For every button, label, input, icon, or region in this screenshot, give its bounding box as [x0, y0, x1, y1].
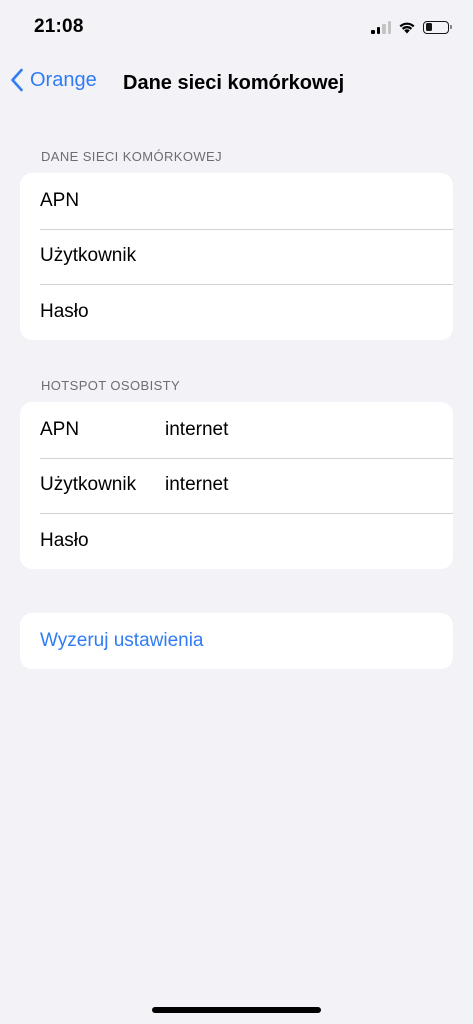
hotspot-apn-row[interactable]: APN internet: [20, 402, 453, 458]
page-title: Dane sieci komórkowej: [123, 72, 345, 94]
row-label: APN: [40, 189, 80, 211]
back-button[interactable]: Orange: [10, 68, 97, 92]
hotspot-apn-value[interactable]: internet: [165, 419, 228, 441]
hotspot-settings-card: APN internet Użytkownik internet Hasło: [20, 402, 453, 569]
reset-card: Wyzeruj ustawienia: [20, 613, 453, 669]
hotspot-username-value[interactable]: internet: [165, 474, 228, 496]
signal-icon: [371, 20, 391, 34]
navigation-bar: Orange Dane sieci komórkowej: [0, 60, 473, 106]
section-header-hotspot: HOTSPOT OSOBISTY: [41, 378, 181, 393]
hotspot-password-row[interactable]: Hasło: [20, 513, 453, 569]
row-label: APN: [40, 418, 80, 440]
reset-settings-button[interactable]: Wyzeruj ustawienia: [20, 613, 453, 669]
cellular-password-row[interactable]: Hasło: [20, 284, 453, 340]
status-icons: [371, 18, 452, 36]
row-label: Hasło: [40, 300, 89, 322]
home-indicator[interactable]: [152, 1007, 321, 1013]
chevron-left-icon: [11, 68, 23, 92]
row-label: Hasło: [40, 529, 89, 551]
cellular-apn-row[interactable]: APN: [20, 173, 453, 229]
status-time: 21:08: [34, 16, 84, 37]
reset-settings-label: Wyzeruj ustawienia: [40, 629, 204, 651]
screen: 21:08 Orange Dane sieci komórkowej DANE …: [0, 0, 473, 1024]
status-bar: 21:08: [0, 0, 473, 56]
hotspot-username-row[interactable]: Użytkownik internet: [20, 457, 453, 514]
back-button-label: Orange: [30, 68, 97, 91]
battery-fill: [425, 23, 432, 31]
section-header-cellular: DANE SIECI KOMÓRKOWEJ: [41, 149, 223, 164]
cellular-username-row[interactable]: Użytkownik: [20, 228, 453, 285]
row-label: Użytkownik: [40, 245, 137, 267]
cellular-settings-card: APN Użytkownik Hasło: [20, 173, 453, 340]
battery-icon: [423, 20, 452, 34]
wifi-icon: [399, 22, 415, 34]
row-label: Użytkownik: [40, 474, 137, 496]
